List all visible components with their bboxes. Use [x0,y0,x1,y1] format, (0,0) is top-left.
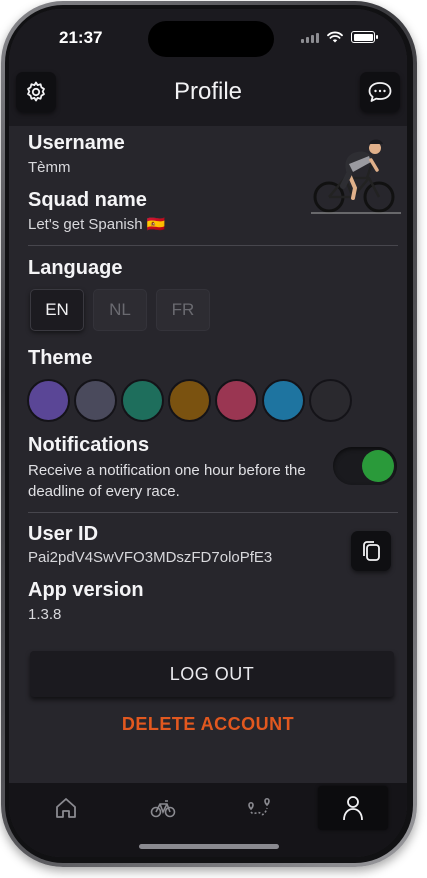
username-label: Username [28,132,125,154]
copy-icon [363,541,380,561]
bicycle-icon [150,800,176,818]
theme-swatch-3[interactable] [121,379,164,422]
chat-bubble-icon [368,82,392,102]
language-option-fr[interactable]: FR [156,289,210,331]
status-icons [301,31,378,43]
delete-account-button[interactable]: DELETE ACCOUNT [9,714,407,735]
theme-swatch-6[interactable] [262,379,305,422]
bottom-tab-bar [9,783,407,857]
route-map-icon [248,797,270,816]
language-option-nl[interactable]: NL [93,289,147,331]
wifi-icon [327,31,343,43]
section-divider [28,512,398,513]
chat-button[interactable] [360,72,400,112]
tab-profile[interactable] [318,786,388,830]
squad-name-label: Squad name [28,189,147,211]
notifications-description: Receive a notification one hour before t… [28,462,306,500]
section-divider [28,245,398,246]
toggle-knob [362,450,394,482]
squad-name-value: Let's get Spanish 🇪🇸 [28,216,166,233]
copy-user-id-button[interactable] [351,531,391,571]
tab-races[interactable] [126,783,200,833]
app-version-value: 1.3.8 [28,606,62,623]
logout-button[interactable]: LOG OUT [30,651,394,697]
theme-swatch-7[interactable] [309,379,352,422]
language-option-en[interactable]: EN [30,289,84,331]
theme-swatch-1[interactable] [27,379,70,422]
battery-icon [351,31,378,43]
notifications-toggle[interactable] [333,447,397,485]
username-value: Tèmm [28,159,71,176]
theme-label: Theme [28,347,93,369]
theme-swatch-2[interactable] [74,379,117,422]
dynamic-island [148,21,274,57]
user-id-label: User ID [28,523,99,545]
theme-swatch-4[interactable] [168,379,211,422]
tab-home[interactable] [29,783,103,833]
notifications-label: Notifications [28,434,150,456]
profile-icon [343,796,363,821]
home-icon [56,798,76,818]
page-title: Profile [173,78,243,105]
cyclist-illustration [311,139,401,214]
language-selector: EN NL FR [30,289,210,331]
signal-icon [301,32,319,43]
language-label: Language [28,257,123,279]
theme-swatch-5[interactable] [215,379,258,422]
app-version-label: App version [28,579,144,601]
status-time: 21:37 [59,28,103,47]
home-indicator [139,844,279,849]
app-screen: 21:37 Profile Username Tèmm Squad name L… [9,9,407,857]
theme-selector [27,379,352,422]
user-id-value: Pai2pdV4SwVFO3MDszFD7oloPfE3 [28,549,273,566]
tab-routes[interactable] [222,783,296,833]
